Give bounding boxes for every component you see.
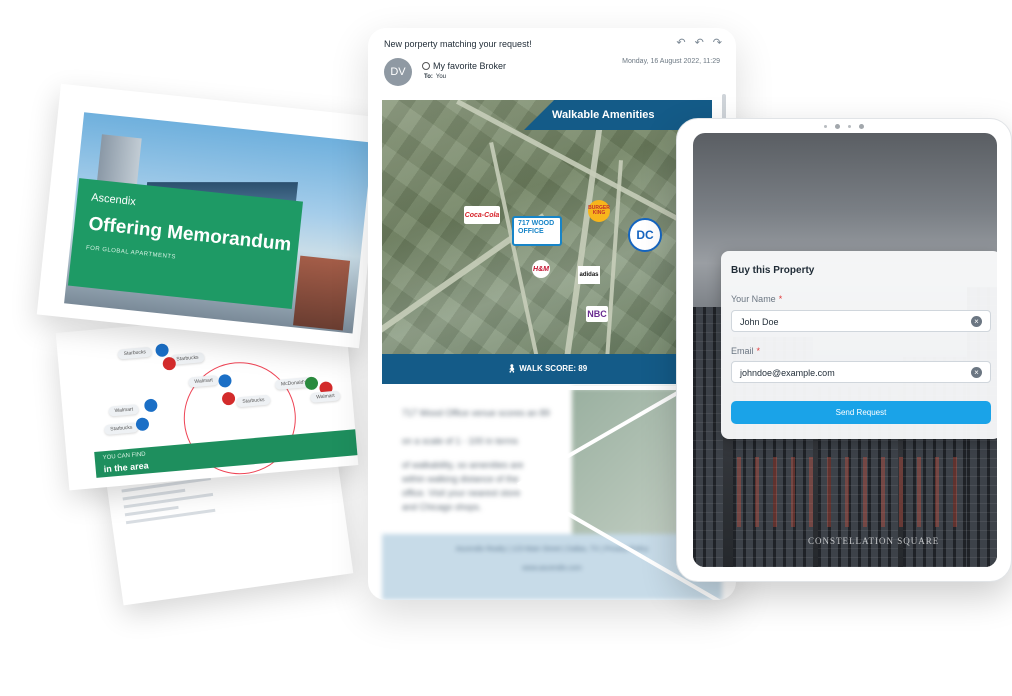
nbc-icon: NBC [586,306,608,322]
amenity-pin: Walmart [309,390,342,403]
blurred-email-body: 717 Wood Office venue scores an 89 on a … [382,388,722,600]
body-line: on a scale of 1 - 100 in terms [402,436,519,446]
body-line: and Chicago shops. [402,502,482,512]
name-label: Your Name * [731,294,783,304]
dc-icon: DC [628,218,662,252]
amenities-map: Walkable Amenities 717 WOOD OFFICE Coca-… [382,100,712,384]
burger-king-icon: BURGER KING [588,200,610,222]
required-mark: * [778,294,783,304]
brand-logo: Ascendix [90,191,137,209]
adidas-icon: adidas [578,266,600,284]
sender-avatar: DV [384,58,412,86]
send-request-button[interactable]: Send Request [731,401,991,424]
footer-line: Ascendix Realty | 123 Main Street | Dall… [455,546,649,553]
reply-icon[interactable]: ↶ [676,36,685,49]
walk-score-bar: 🚶︎ WALK SCORE: 89 [382,354,712,384]
office-marker: 717 WOOD OFFICE [512,216,562,246]
reply-all-icon[interactable]: ↶ [695,36,704,49]
name-field[interactable]: John Doe × [731,310,991,332]
band-heading: in the area [103,460,150,475]
starbucks-icon [162,356,177,371]
sender-name-row: My favorite Broker [422,61,506,71]
email-subject: New porperty matching your request! [384,39,532,49]
email-actions: ↶ ↶ ↷ [676,36,722,49]
clear-email-icon[interactable]: × [971,367,982,378]
form-title: Buy this Property [731,265,815,276]
amenity-pin: Walmart [108,403,140,417]
walmart-icon [143,398,158,413]
tablet-screen: CONSTELLATION SQUARE Buy this Property Y… [693,133,997,567]
forward-icon[interactable]: ↷ [713,36,722,49]
email-footer: Ascendix Realty | 123 Main Street | Dall… [382,534,722,600]
required-mark: * [756,346,761,356]
body-line: of walkability, so amenities are [402,460,524,470]
presence-icon [422,62,430,70]
body-line: office. Visit your nearest store [402,488,521,498]
band-caption: YOU CAN FIND [102,451,146,462]
walmart-icon [135,417,150,432]
email-date: Monday, 16 August 2022, 11:29 [622,58,720,65]
hm-icon: H&M [532,260,550,278]
to-label: To: [424,74,433,80]
walk-icon: 🚶︎ [506,364,520,373]
brochure-cover-page: Ascendix Offering Memorandum FOR GLOBAL … [36,83,384,349]
email-label: Email * [731,346,761,356]
footer-line: www.ascendix.com [522,565,582,572]
mcdonalds-icon [304,376,319,391]
clear-name-icon[interactable]: × [971,316,982,327]
walk-score: WALK SCORE: 89 [519,364,588,373]
tablet-device: CONSTELLATION SQUARE Buy this Property Y… [676,118,1012,582]
tablet-camera [824,124,864,129]
walmart-icon [155,343,170,358]
coca-cola-icon: Coca-Cola [464,206,500,224]
to-value: You [435,74,447,80]
body-line: 717 Wood Office venue scores an 89 [402,408,550,418]
sender-name: My favorite Broker [433,61,507,71]
building-sign: CONSTELLATION SQUARE [808,536,940,546]
name-value: John Doe [740,317,779,327]
body-line: within walking distance of the [402,474,519,484]
amenity-pin: Starbucks [103,422,139,436]
recipient-row: To: You [424,74,446,80]
email-field[interactable]: johndoe@example.com × [731,361,991,383]
email-value: johndoe@example.com [740,368,835,378]
amenity-pin: Starbucks [117,346,153,360]
buy-property-form: Buy this Property Your Name * John Doe × … [721,251,997,439]
cover-subtitle: FOR GLOBAL APARTMENTS [85,245,177,261]
